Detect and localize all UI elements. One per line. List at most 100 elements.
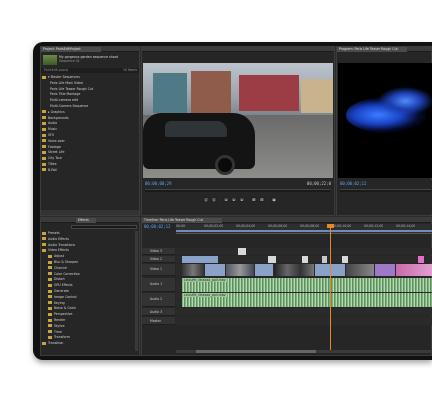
clip[interactable]: [238, 248, 246, 255]
list-item[interactable]: Noise & Grain: [42, 306, 136, 312]
clip[interactable]: [274, 264, 314, 276]
list-item[interactable]: GPU Effects: [42, 283, 136, 289]
list-item[interactable]: Paris Life Main Video: [42, 81, 138, 87]
clip[interactable]: [322, 256, 327, 263]
timeline-scrollbar[interactable]: [176, 350, 432, 353]
list-item[interactable]: Adjust: [42, 254, 136, 260]
clip[interactable]: [226, 264, 254, 276]
list-item[interactable]: Perspective: [42, 312, 136, 318]
scroll-thumb[interactable]: [196, 350, 316, 353]
list-item[interactable]: Image Control: [42, 295, 136, 301]
mark-out-button[interactable]: }: [211, 197, 217, 202]
list-item[interactable]: Time: [42, 330, 136, 336]
list-item[interactable]: ▾ Master Sequences: [42, 75, 138, 81]
list-item[interactable]: Paris Title Montage: [42, 92, 138, 98]
track-header-master[interactable]: Master: [142, 317, 175, 325]
list-item[interactable]: Titles: [42, 162, 138, 168]
clip[interactable]: [302, 256, 308, 263]
clip[interactable]: [182, 264, 204, 276]
list-item[interactable]: Transition: [42, 341, 136, 347]
list-item[interactable]: Multi-Camera Sequence: [42, 104, 138, 110]
step-forward-button[interactable]: ▸: [239, 197, 245, 202]
folder-icon: [42, 156, 46, 160]
clip[interactable]: [396, 264, 432, 276]
export-frame-button[interactable]: ◉: [271, 197, 277, 202]
project-thumbnail: [43, 55, 57, 65]
list-item[interactable]: Keying: [42, 301, 136, 307]
ruler-label: 00;00;10;00: [332, 224, 352, 228]
list-item[interactable]: Render: [42, 318, 136, 324]
list-item[interactable]: Audio Transitions: [42, 243, 136, 249]
list-item[interactable]: Backgrounds: [42, 116, 138, 122]
list-item[interactable]: Color Correction: [42, 272, 136, 278]
list-item[interactable]: Distort: [42, 277, 136, 283]
video-track-1: [176, 264, 432, 276]
source-scrub-bar[interactable]: [145, 189, 331, 192]
project-search-input[interactable]: ParisEdit.prproj: [44, 68, 104, 72]
clip[interactable]: [375, 264, 395, 276]
mark-in-button[interactable]: {: [203, 197, 209, 202]
taxi-wheel: [215, 155, 235, 175]
audio-clip[interactable]: Leicuffe_lltraaaa_ppll.mbv: [182, 278, 432, 292]
overwrite-button[interactable]: ⊟: [259, 197, 265, 202]
list-item[interactable]: Stylize: [42, 324, 136, 330]
list-item[interactable]: Music: [42, 127, 138, 133]
list-item[interactable]: Footage: [42, 145, 138, 151]
ruler-label: 00;00;04;00: [236, 224, 256, 228]
list-item[interactable]: Presets: [42, 231, 136, 237]
tab-program[interactable]: Program: Paris Life Teaser Rough Cut: [337, 47, 407, 52]
step-back-button[interactable]: ◂: [223, 197, 229, 202]
track-header-video2[interactable]: Video 2: [142, 256, 175, 263]
clip[interactable]: [342, 256, 348, 263]
source-timecode-in: 00;00;00;29: [145, 181, 172, 186]
tab-project[interactable]: Project: ParisEditProject: [41, 47, 101, 52]
playhead-handle[interactable]: [327, 224, 334, 228]
track-header-audio3[interactable]: Audio 3: [142, 308, 175, 316]
folder-icon: [42, 110, 46, 114]
tab-effects[interactable]: Effects: [76, 218, 96, 223]
audio-clip-label: Leicuffe_lltraaaa_ppll.mbv: [183, 293, 227, 297]
tab-timeline[interactable]: Timeline: Paris Life Teaser Rough Cut: [142, 218, 222, 223]
track-header-audio1[interactable]: Audio 1: [142, 278, 175, 292]
play-button[interactable]: ▸: [231, 197, 237, 202]
program-tabbar: Program: Paris Life Teaser Rough Cut: [337, 47, 431, 52]
playhead[interactable]: [330, 224, 331, 352]
list-item[interactable]: Audio: [42, 121, 138, 127]
list-item[interactable]: SFX: [42, 133, 138, 139]
track-header-video1[interactable]: Video 1: [142, 264, 175, 276]
list-item[interactable]: ▸ Graphics: [42, 110, 138, 116]
list-item[interactable]: Blur & Sharpen: [42, 260, 136, 266]
list-item[interactable]: Multi-camera edit: [42, 98, 138, 104]
list-item[interactable]: Audio Effects: [42, 237, 136, 243]
clip[interactable]: [418, 256, 424, 263]
list-item[interactable]: Video Effects: [42, 248, 136, 254]
program-scrub-bar[interactable]: [340, 189, 431, 192]
clip[interactable]: [268, 256, 276, 263]
audio-track-1: Leicuffe_lltraaaa_ppll.mbv: [176, 278, 432, 292]
audio-clip[interactable]: Leicuffe_lltraaaa_ppll.mbv: [182, 293, 432, 307]
clip[interactable]: [205, 264, 225, 276]
work-area-bar[interactable]: [176, 230, 432, 232]
list-item[interactable]: Voice-over: [42, 139, 138, 145]
list-item[interactable]: B-Roll: [42, 168, 138, 174]
list-item[interactable]: Paris Life Teaser Rough Cut: [42, 87, 138, 93]
list-item[interactable]: Generate: [42, 289, 136, 295]
track-header-audio2[interactable]: Audio 2: [142, 293, 175, 307]
effects-scrollbar[interactable]: [135, 231, 138, 351]
project-list: ▾ Master Sequences Paris Life Main Video…: [42, 75, 138, 213]
folder-icon: [42, 139, 46, 143]
track-header-video3[interactable]: Video 3: [142, 248, 175, 255]
list-item[interactable]: City Tour: [42, 156, 138, 162]
clip[interactable]: [255, 264, 273, 276]
taxi-window: [165, 121, 227, 137]
list-item[interactable]: Channel: [42, 266, 136, 272]
folder-icon: [42, 116, 46, 120]
clip[interactable]: [346, 264, 374, 276]
folder-icon: [48, 330, 52, 334]
effects-search[interactable]: [71, 225, 137, 229]
timeline-ruler[interactable]: 00;00 00;00;02;00 00;00;04;00 00;00;06;0…: [176, 224, 432, 234]
insert-button[interactable]: ⊞: [251, 197, 257, 202]
clip[interactable]: [182, 256, 218, 263]
list-item[interactable]: Transform: [42, 335, 136, 341]
list-item[interactable]: Street Life: [42, 150, 138, 156]
